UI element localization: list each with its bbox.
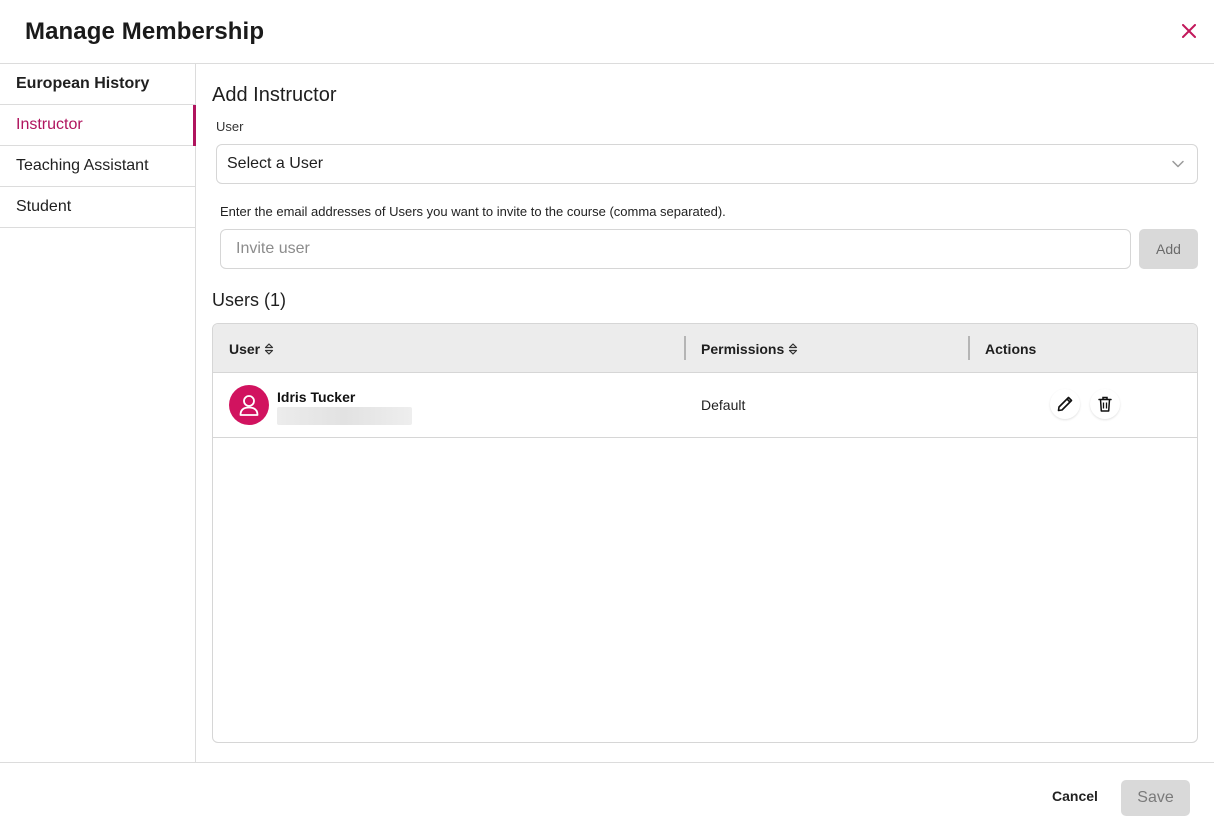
modal-title: Manage Membership <box>25 18 265 45</box>
column-header-permissions-label: Permissions <box>701 341 785 357</box>
column-header-permissions[interactable]: Permissions <box>701 341 798 357</box>
user-icon <box>239 395 259 416</box>
avatar <box>229 385 269 425</box>
table-header: User Permissions Actions <box>213 324 1197 373</box>
close-button[interactable] <box>1178 20 1200 42</box>
chevron-down-icon <box>1172 160 1184 168</box>
pencil-icon <box>1057 396 1073 412</box>
table-row: Idris Tucker Default <box>213 373 1197 438</box>
manage-membership-modal: Manage Membership European History Instr… <box>0 0 1214 826</box>
column-divider <box>968 336 970 360</box>
add-instructor-heading: Add Instructor <box>212 84 337 106</box>
sort-icon <box>265 343 274 355</box>
modal-header: Manage Membership <box>0 0 1214 64</box>
sidebar-item-instructor[interactable]: Instructor <box>0 105 196 146</box>
modal-footer: Cancel Save <box>0 762 1214 826</box>
add-button[interactable]: Add <box>1139 229 1198 269</box>
user-select-value: Select a User <box>227 155 324 172</box>
invite-hint-text: Enter the email addresses of Users you w… <box>220 204 726 219</box>
delete-button[interactable] <box>1090 389 1120 419</box>
column-header-user-label: User <box>229 341 261 357</box>
column-header-actions: Actions <box>985 341 1037 357</box>
users-count-heading: Users (1) <box>212 290 287 310</box>
save-button[interactable]: Save <box>1121 780 1190 816</box>
user-name: Idris Tucker <box>277 389 356 405</box>
column-divider <box>684 336 686 360</box>
sidebar-item-teaching-assistant[interactable]: Teaching Assistant <box>0 146 195 187</box>
user-permission: Default <box>701 397 746 413</box>
sidebar-course-name: European History <box>0 64 195 105</box>
role-sidebar: European History Instructor Teaching Ass… <box>0 64 196 762</box>
trash-icon <box>1098 396 1112 412</box>
sidebar-item-student[interactable]: Student <box>0 187 195 228</box>
invite-user-input[interactable] <box>220 229 1131 269</box>
edit-button[interactable] <box>1050 389 1080 419</box>
user-field-label: User <box>216 119 244 134</box>
column-header-user[interactable]: User <box>229 341 274 357</box>
close-icon <box>1182 24 1196 38</box>
cancel-button[interactable]: Cancel <box>1052 788 1098 804</box>
user-select[interactable]: Select a User <box>216 144 1198 184</box>
user-email-redacted <box>277 407 412 425</box>
sort-icon <box>789 343 798 355</box>
users-table: User Permissions Actions Idris Tucker De… <box>212 323 1198 743</box>
